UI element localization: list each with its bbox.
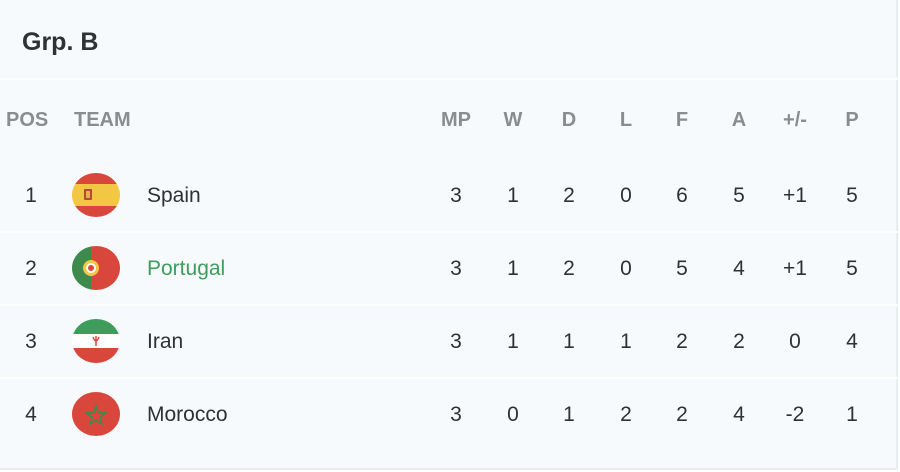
row-mp: 3 [450,257,462,280]
row-points: 5 [846,184,858,207]
table-row[interactable]: 4 Morocco 3 0 1 2 2 4 -2 1 [0,379,898,451]
iran-flag-icon [72,319,120,363]
row-a: 4 [733,403,745,426]
spain-flag-icon [72,173,120,217]
header-l: L [619,108,633,131]
row-pos: 4 [25,403,37,426]
header-f: F [675,108,689,131]
team-name[interactable]: Morocco [147,379,228,451]
team-name[interactable]: Portugal [147,233,225,305]
row-goal-diff: 0 [789,330,801,353]
row-l: 2 [620,403,632,426]
row-points: 1 [846,403,858,426]
row-pos: 2 [25,257,37,280]
row-goal-diff: +1 [783,184,807,207]
portugal-flag-icon [72,246,120,290]
morocco-flag-icon [72,392,120,436]
row-f: 2 [676,330,688,353]
header-a: A [731,108,747,131]
group-title: Grp. B [22,28,99,56]
row-points: 5 [846,257,858,280]
row-w: 0 [507,403,519,426]
row-mp: 3 [450,184,462,207]
row-f: 5 [676,257,688,280]
row-points: 4 [846,330,858,353]
table-header: POS TEAM MP W D L F A +/- P [0,92,898,148]
standings-card: Grp. B POS TEAM MP W D L F A +/- P 1 Spa… [0,0,898,470]
row-pos: 1 [25,184,37,207]
row-l: 0 [620,184,632,207]
row-d: 1 [563,330,575,353]
row-l: 0 [620,257,632,280]
row-f: 6 [676,184,688,207]
row-f: 2 [676,403,688,426]
header-goal-diff: +/- [783,108,807,131]
row-mp: 3 [450,403,462,426]
team-name[interactable]: Iran [147,306,183,378]
row-l: 1 [620,330,632,353]
header-team: TEAM [74,108,131,131]
header-mp: MP [441,108,471,131]
row-pos: 3 [25,330,37,353]
header-d: D [561,108,577,131]
header-points: P [845,108,859,131]
header-pos: POS [6,108,49,131]
header-w: W [503,108,523,131]
row-mp: 3 [450,330,462,353]
row-d: 2 [563,257,575,280]
table-row[interactable]: 3 Iran 3 1 1 1 2 2 0 4 [0,306,898,378]
row-a: 4 [733,257,745,280]
team-name[interactable]: Spain [147,160,201,232]
row-goal-diff: -2 [785,403,805,426]
table-row[interactable]: 1 Spain 3 1 2 0 6 5 +1 5 [0,160,898,232]
row-w: 1 [507,330,519,353]
row-w: 1 [507,257,519,280]
row-d: 2 [563,184,575,207]
row-a: 2 [733,330,745,353]
table-row[interactable]: 2 Portugal 3 1 2 0 5 4 +1 5 [0,233,898,305]
row-goal-diff: +1 [783,257,807,280]
row-w: 1 [507,184,519,207]
row-a: 5 [733,184,745,207]
title-divider [0,78,898,80]
row-d: 1 [563,403,575,426]
